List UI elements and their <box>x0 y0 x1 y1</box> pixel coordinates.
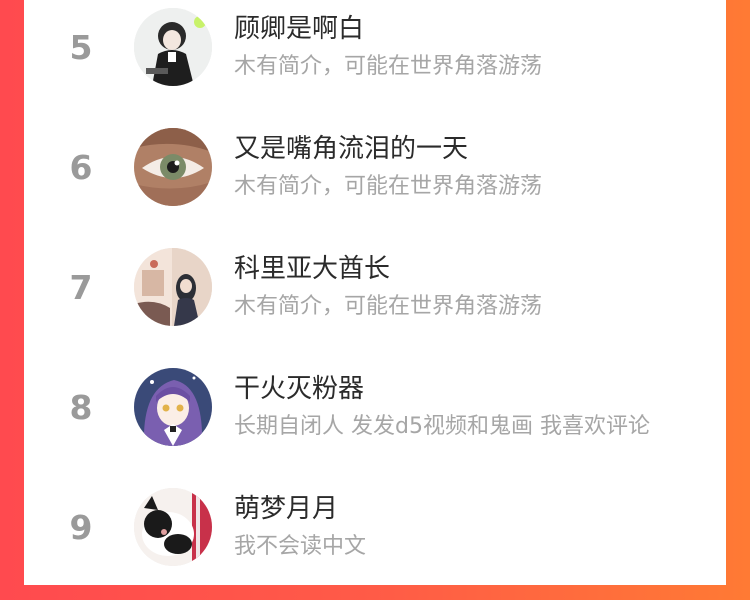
user-bio: 我不会读中文 <box>234 534 367 559</box>
user-name[interactable]: 干火灭粉器 <box>234 368 364 405</box>
list-item[interactable]: 8 干火灭粉器 长期自闭人 发发d5视频和鬼画 我喜欢评论 <box>24 360 726 480</box>
list-item[interactable]: 9 萌梦月月 我不会读中文 <box>24 480 726 600</box>
list-item[interactable]: 7 科里亚大酋长 木有简介，可能在世界角落游荡 <box>24 240 726 360</box>
avatar-anime-boy-icon[interactable] <box>134 8 212 86</box>
user-bio: 木有简介，可能在世界角落游荡 <box>234 54 543 79</box>
user-name[interactable]: 萌梦月月 <box>234 488 338 525</box>
rank-number: 7 <box>69 268 93 307</box>
avatar-eye-icon[interactable] <box>134 128 212 206</box>
list-item[interactable]: 5 顾卿是啊白 木有简介，可能在世界角落游荡 <box>24 0 726 120</box>
user-name[interactable]: 又是嘴角流泪的一天 <box>234 128 468 165</box>
user-name[interactable]: 科里亚大酋长 <box>234 248 390 285</box>
avatar-cat-icon[interactable] <box>134 488 212 566</box>
rank-number: 8 <box>69 388 93 427</box>
rank-number: 9 <box>69 508 93 547</box>
rank-number: 6 <box>69 148 93 187</box>
rank-number: 5 <box>69 28 93 67</box>
user-bio: 木有简介，可能在世界角落游荡 <box>234 294 543 319</box>
user-bio: 长期自闭人 发发d5视频和鬼画 我喜欢评论 <box>234 414 650 439</box>
user-bio: 木有简介，可能在世界角落游荡 <box>234 174 543 199</box>
avatar-scene-icon[interactable] <box>134 248 212 326</box>
ranking-list: 5 顾卿是啊白 木有简介，可能在世界角落游荡 6 又是嘴角流泪的一天 木有简介，… <box>24 0 726 585</box>
user-name[interactable]: 顾卿是啊白 <box>234 8 364 45</box>
list-item[interactable]: 6 又是嘴角流泪的一天 木有简介，可能在世界角落游荡 <box>24 120 726 240</box>
avatar-anime-girl-icon[interactable] <box>134 368 212 446</box>
